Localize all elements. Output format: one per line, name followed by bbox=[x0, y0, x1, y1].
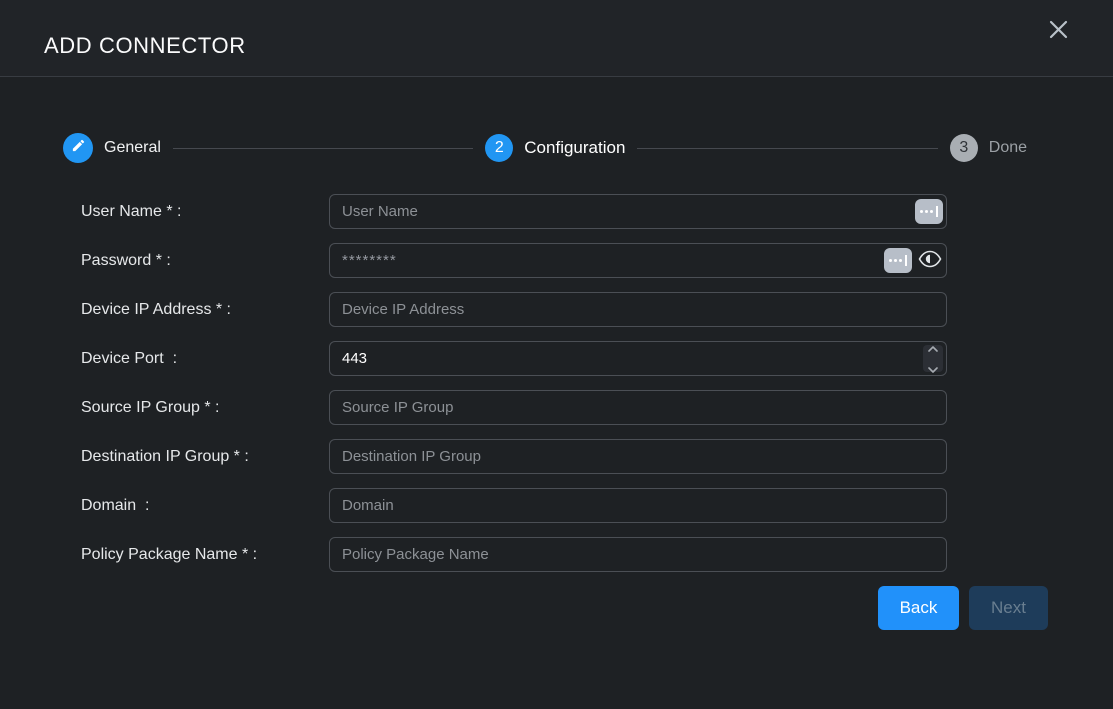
step-done-circle: 3 bbox=[950, 134, 978, 162]
chevron-down-icon bbox=[928, 360, 938, 378]
ellipsis-cursor-icon bbox=[889, 259, 892, 262]
step-configuration[interactable]: 2 Configuration bbox=[485, 134, 625, 162]
form-row-device-port: Device Port : bbox=[0, 341, 1113, 376]
form-row-source-ip-group: Source IP Group * : bbox=[0, 390, 1113, 425]
close-icon bbox=[1049, 20, 1068, 42]
form-row-password: Password * : bbox=[0, 243, 1113, 278]
step-configuration-label: Configuration bbox=[524, 138, 625, 158]
device-ip-input-wrap bbox=[329, 292, 947, 327]
configuration-form: User Name * : Password * : bbox=[0, 194, 1113, 572]
eye-icon bbox=[918, 250, 942, 271]
username-label: User Name * : bbox=[0, 203, 329, 221]
form-row-domain: Domain : bbox=[0, 488, 1113, 523]
policy-package-input-wrap bbox=[329, 537, 947, 572]
domain-input-wrap bbox=[329, 488, 947, 523]
wizard-stepper: General 2 Configuration 3 Done bbox=[0, 133, 1113, 163]
device-port-input[interactable] bbox=[329, 341, 947, 376]
domain-label: Domain : bbox=[0, 497, 329, 515]
password-input-wrap bbox=[329, 243, 947, 278]
stepper-connector bbox=[173, 148, 473, 149]
close-button[interactable] bbox=[1047, 20, 1069, 42]
form-row-destination-ip-group: Destination IP Group * : bbox=[0, 439, 1113, 474]
source-ip-group-input[interactable] bbox=[329, 390, 947, 425]
password-ellipsis-button[interactable] bbox=[884, 248, 912, 273]
form-row-username: User Name * : bbox=[0, 194, 1113, 229]
device-ip-label: Device IP Address * : bbox=[0, 301, 329, 319]
source-ip-group-label: Source IP Group * : bbox=[0, 399, 329, 417]
device-port-input-wrap bbox=[329, 341, 947, 376]
back-button[interactable]: Back bbox=[878, 586, 959, 630]
destination-ip-group-input-wrap bbox=[329, 439, 947, 474]
policy-package-input[interactable] bbox=[329, 537, 947, 572]
source-ip-group-input-wrap bbox=[329, 390, 947, 425]
ellipsis-cursor-icon bbox=[920, 210, 923, 213]
password-reveal-button[interactable] bbox=[917, 249, 943, 273]
device-ip-input[interactable] bbox=[329, 292, 947, 327]
page-title: ADD CONNECTOR bbox=[44, 33, 246, 59]
step-done-label: Done bbox=[989, 139, 1027, 157]
username-input[interactable] bbox=[329, 194, 947, 229]
password-input[interactable] bbox=[329, 243, 947, 278]
pencil-icon bbox=[71, 138, 86, 158]
step-general-circle bbox=[63, 133, 93, 163]
form-row-policy-package: Policy Package Name * : bbox=[0, 537, 1113, 572]
port-stepper[interactable] bbox=[923, 345, 943, 372]
destination-ip-group-input[interactable] bbox=[329, 439, 947, 474]
step-done: 3 Done bbox=[950, 134, 1027, 162]
chevron-up-icon bbox=[928, 339, 938, 357]
wizard-footer: Back Next bbox=[0, 586, 1113, 630]
destination-ip-group-label: Destination IP Group * : bbox=[0, 448, 329, 466]
stepper-connector bbox=[637, 148, 937, 149]
username-ellipsis-button[interactable] bbox=[915, 199, 943, 224]
step-general-label: General bbox=[104, 139, 161, 157]
step-configuration-circle: 2 bbox=[485, 134, 513, 162]
modal-header: ADD CONNECTOR bbox=[0, 0, 1113, 77]
policy-package-label: Policy Package Name * : bbox=[0, 546, 329, 564]
next-button[interactable]: Next bbox=[969, 586, 1048, 630]
password-label: Password * : bbox=[0, 252, 329, 270]
step-general[interactable]: General bbox=[63, 133, 161, 163]
form-row-device-ip: Device IP Address * : bbox=[0, 292, 1113, 327]
username-input-wrap bbox=[329, 194, 947, 229]
device-port-label: Device Port : bbox=[0, 350, 329, 368]
domain-input[interactable] bbox=[329, 488, 947, 523]
